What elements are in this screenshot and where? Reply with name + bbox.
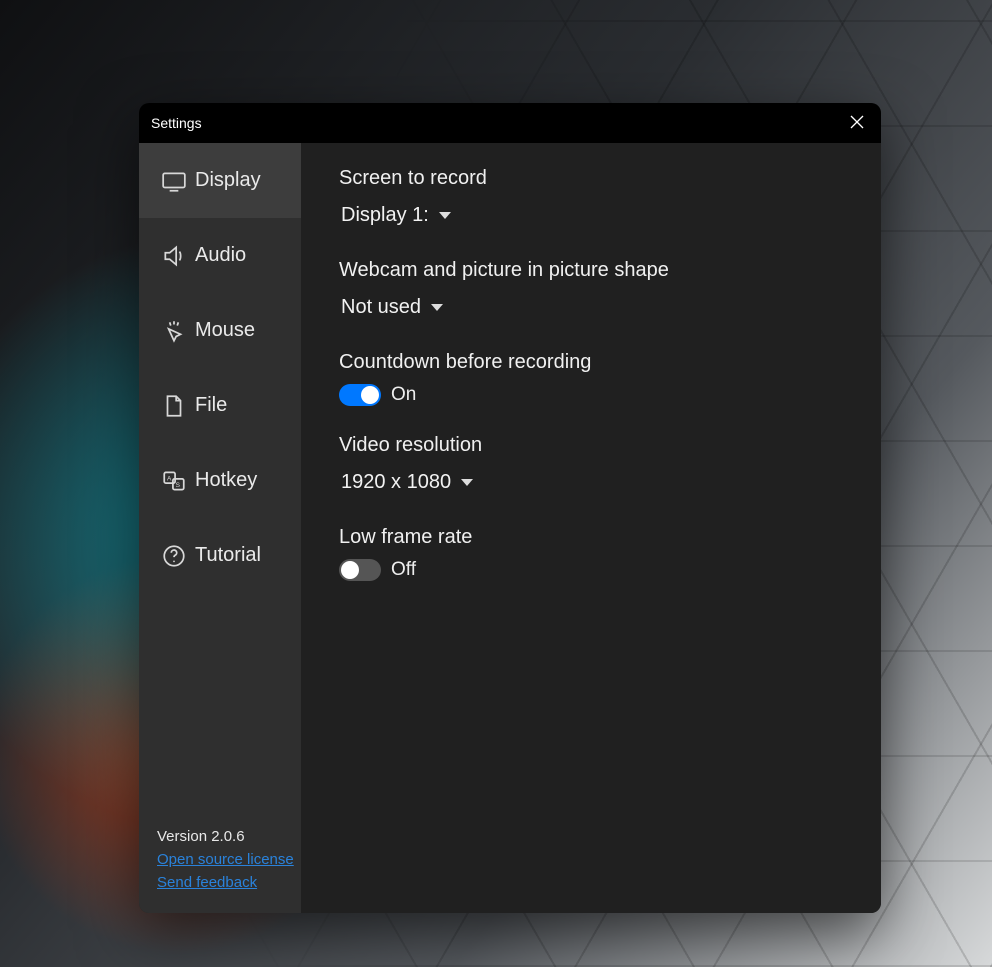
screen-to-record-section: Screen to record Display 1: xyxy=(339,167,843,231)
webcam-shape-dropdown[interactable]: Not used xyxy=(339,292,445,323)
tutorial-icon xyxy=(161,543,187,569)
toggle-knob xyxy=(361,386,379,404)
chevron-down-icon xyxy=(431,304,443,311)
sidebar-item-hotkey[interactable]: AS Hotkey xyxy=(139,443,301,518)
low-frame-rate-label: Low frame rate xyxy=(339,526,843,549)
resolution-value: 1920 x 1080 xyxy=(341,471,451,494)
settings-sidebar: Display Audio Mouse File xyxy=(139,143,301,913)
sidebar-item-mouse[interactable]: Mouse xyxy=(139,293,301,368)
sidebar-item-display[interactable]: Display xyxy=(139,143,301,218)
window-title: Settings xyxy=(151,115,202,131)
toggle-knob xyxy=(341,561,359,579)
screen-select-value: Display 1: xyxy=(341,204,429,227)
chevron-down-icon xyxy=(439,212,451,219)
sidebar-item-label: Tutorial xyxy=(195,544,261,567)
sidebar-item-audio[interactable]: Audio xyxy=(139,218,301,293)
low-frame-rate-toggle-state: Off xyxy=(391,559,416,581)
screen-select-dropdown[interactable]: Display 1: xyxy=(339,200,453,231)
send-feedback-link[interactable]: Send feedback xyxy=(157,874,283,891)
sidebar-item-label: File xyxy=(195,394,227,417)
display-icon xyxy=(161,168,187,194)
sidebar-item-label: Display xyxy=(195,169,261,192)
hotkey-icon: AS xyxy=(161,468,187,494)
close-button[interactable] xyxy=(845,111,869,135)
countdown-label: Countdown before recording xyxy=(339,351,843,374)
chevron-down-icon xyxy=(461,479,473,486)
mouse-icon xyxy=(161,318,187,344)
sidebar-item-label: Mouse xyxy=(195,319,255,342)
version-label: Version 2.0.6 xyxy=(157,828,283,845)
webcam-shape-value: Not used xyxy=(341,296,421,319)
sidebar-item-tutorial[interactable]: Tutorial xyxy=(139,518,301,593)
resolution-section: Video resolution 1920 x 1080 xyxy=(339,434,843,498)
sidebar-item-file[interactable]: File xyxy=(139,368,301,443)
settings-content: Screen to record Display 1: Webcam and p… xyxy=(301,143,881,913)
countdown-toggle[interactable] xyxy=(339,384,381,406)
countdown-section: Countdown before recording On xyxy=(339,351,843,406)
webcam-shape-section: Webcam and picture in picture shape Not … xyxy=(339,259,843,323)
low-frame-rate-toggle[interactable] xyxy=(339,559,381,581)
webcam-shape-label: Webcam and picture in picture shape xyxy=(339,259,843,282)
sidebar-item-label: Audio xyxy=(195,244,246,267)
open-source-license-link[interactable]: Open source license xyxy=(157,851,283,868)
screen-to-record-label: Screen to record xyxy=(339,167,843,190)
svg-text:S: S xyxy=(176,481,181,488)
sidebar-item-label: Hotkey xyxy=(195,469,257,492)
resolution-dropdown[interactable]: 1920 x 1080 xyxy=(339,467,475,498)
resolution-label: Video resolution xyxy=(339,434,843,457)
settings-window: Settings Display Audio xyxy=(139,103,881,913)
low-frame-rate-section: Low frame rate Off xyxy=(339,526,843,581)
file-icon xyxy=(161,393,187,419)
svg-text:A: A xyxy=(167,475,172,482)
window-body: Display Audio Mouse File xyxy=(139,143,881,913)
window-titlebar: Settings xyxy=(139,103,881,143)
close-icon xyxy=(850,115,864,132)
sidebar-footer: Version 2.0.6 Open source license Send f… xyxy=(139,828,301,913)
audio-icon xyxy=(161,243,187,269)
countdown-toggle-state: On xyxy=(391,384,416,406)
